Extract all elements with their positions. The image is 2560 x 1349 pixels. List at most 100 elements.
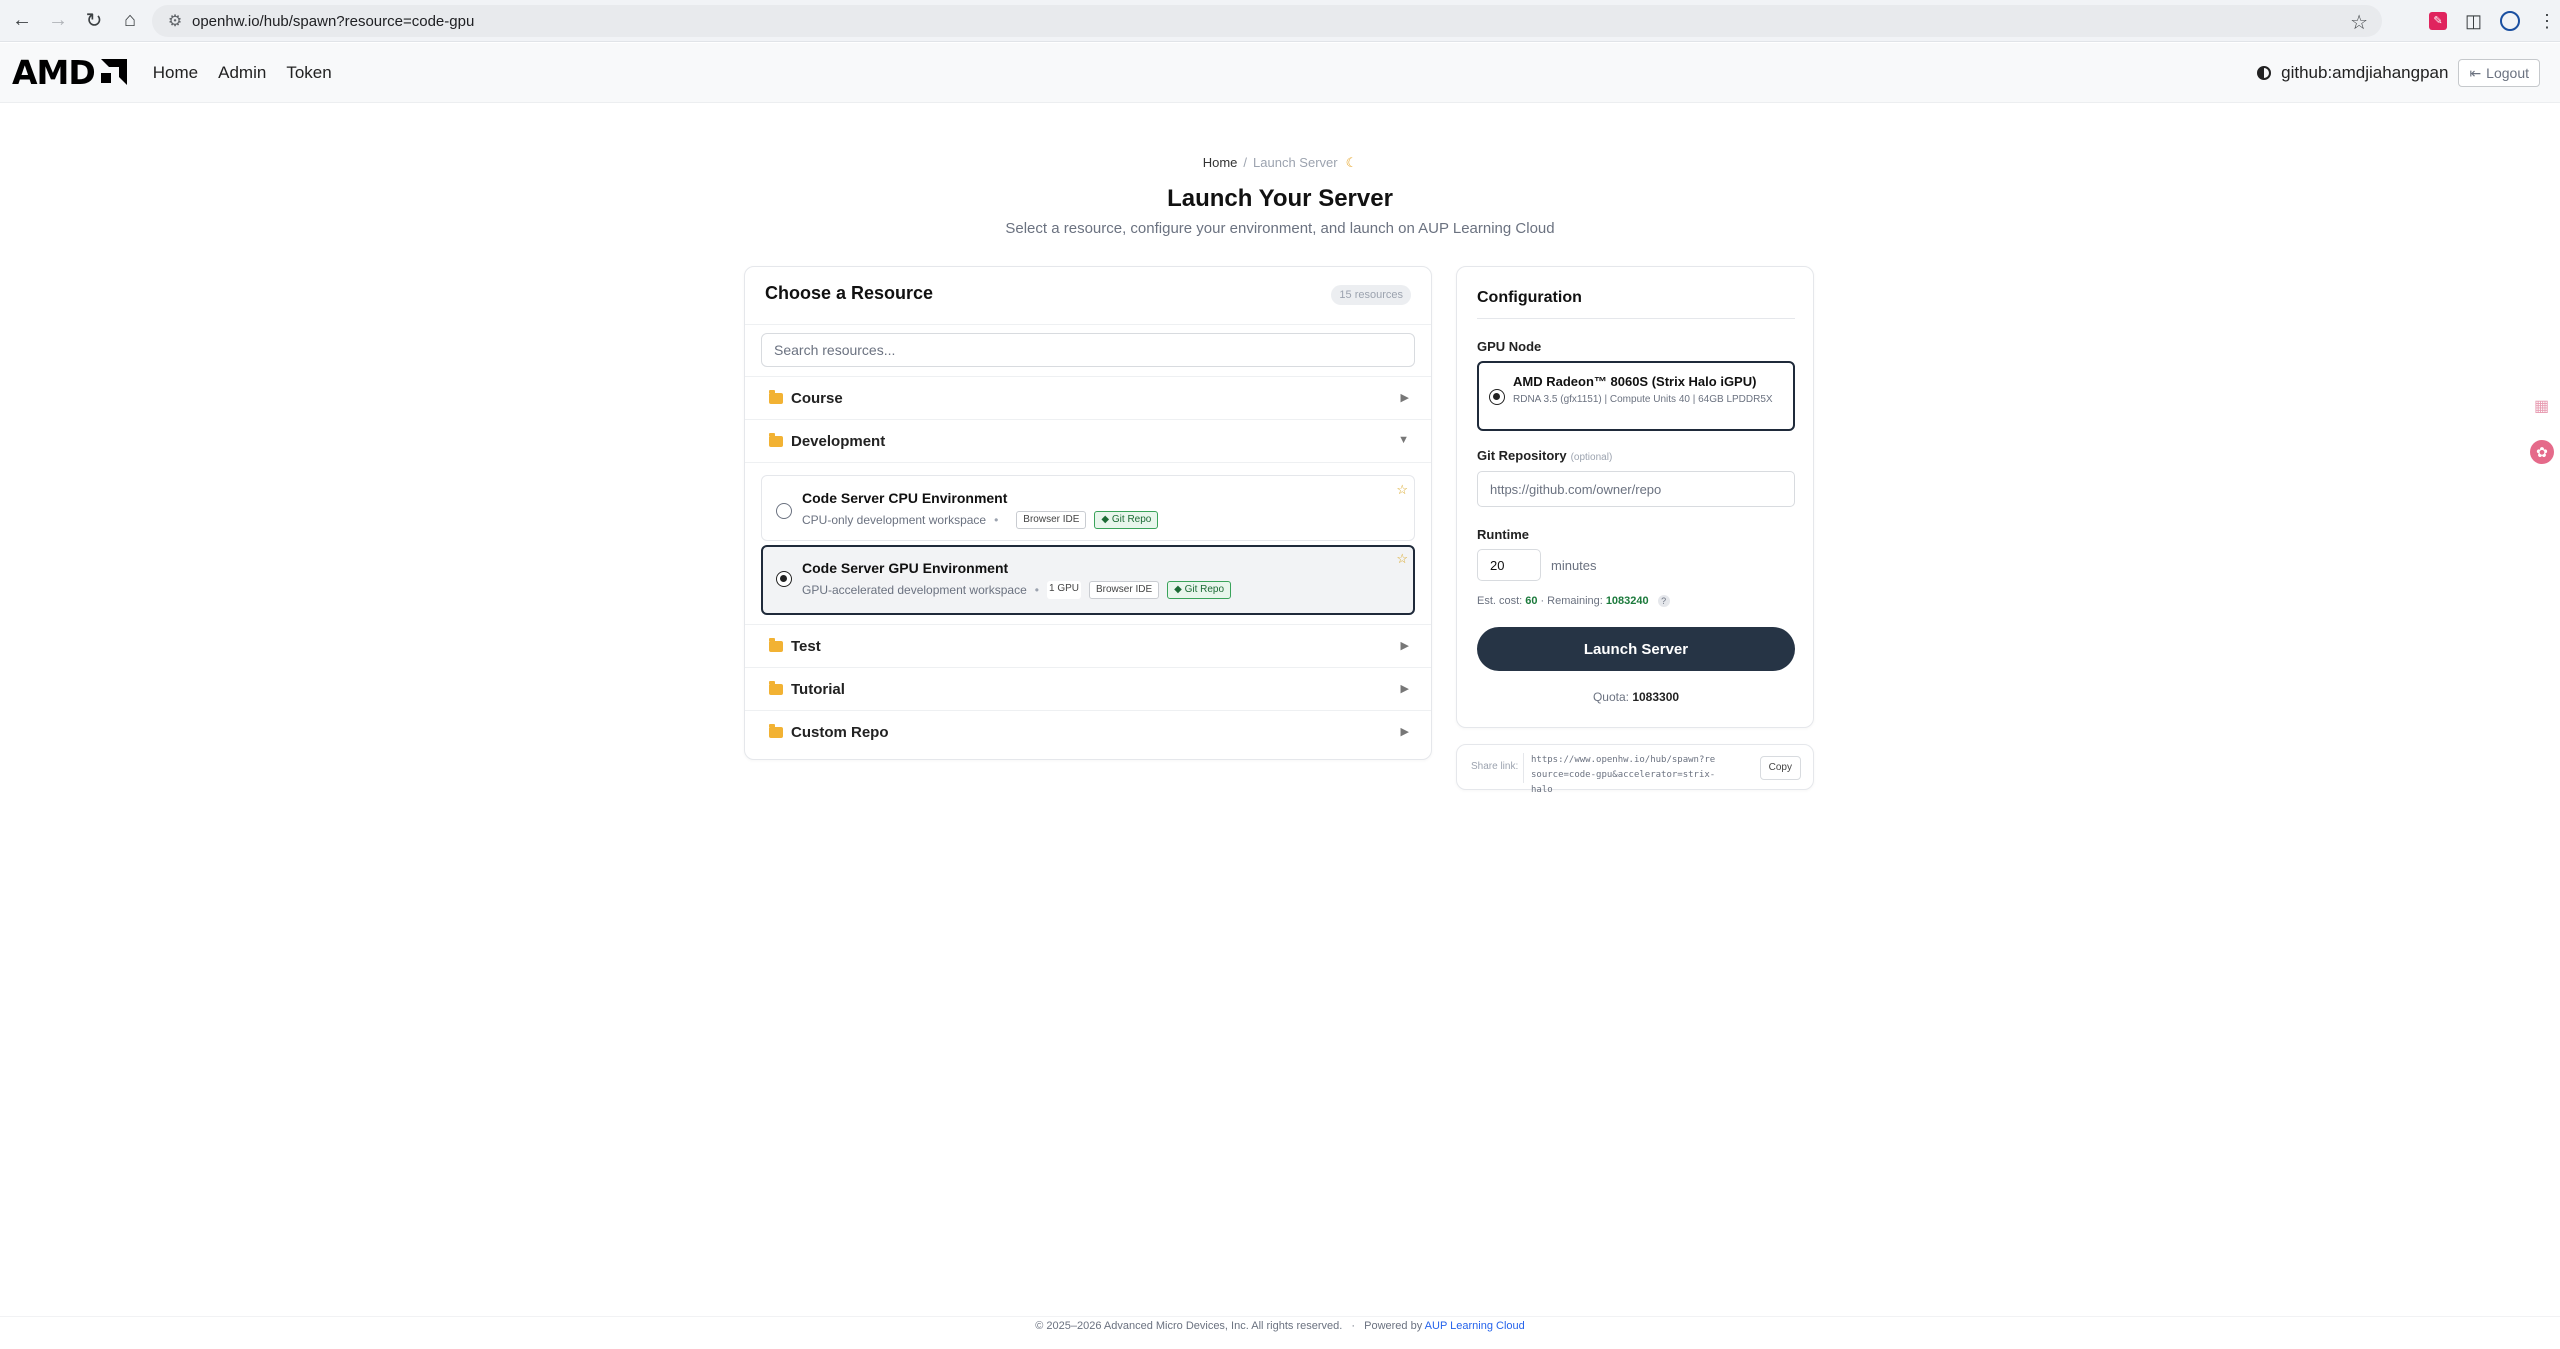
configuration-panel: Configuration GPU Node AMD Radeon™ 8060S…: [1456, 266, 1814, 728]
tag-git-repo: ◆ Git Repo: [1094, 511, 1159, 529]
nav-link-home[interactable]: Home: [153, 63, 198, 83]
folder-icon: [769, 637, 783, 652]
quota-value: 1083300: [1632, 690, 1680, 704]
divider: [1523, 753, 1524, 783]
favorite-star-icon[interactable]: ☆: [1396, 551, 1408, 567]
browser-menu-icon[interactable]: ⋮: [2538, 11, 2556, 32]
extensions-puzzle-icon[interactable]: ◫: [2465, 11, 2482, 32]
category-course[interactable]: Course ▶: [745, 377, 1431, 420]
back-icon[interactable]: ←: [4, 3, 40, 39]
resource-radio[interactable]: [776, 571, 792, 587]
est-cost-value: 60: [1525, 595, 1538, 607]
nav-link-admin[interactable]: Admin: [218, 63, 266, 83]
share-link-panel: Share link: https://www.openhw.io/hub/sp…: [1456, 744, 1814, 795]
folder-icon: [769, 432, 783, 447]
address-bar[interactable]: ⚙ openhw.io/hub/spawn?resource=code-gpu …: [152, 5, 2382, 37]
remaining-label: Remaining:: [1547, 595, 1603, 607]
caret-right-icon: ▶: [1400, 392, 1409, 404]
quota-info: Quota: 1083300: [1457, 690, 1815, 704]
page-title: Launch Your Server: [1167, 185, 1393, 212]
resource-panel: Choose a Resource 15 resources Course ▶ …: [744, 266, 1432, 760]
caret-right-icon: ▶: [1400, 726, 1409, 738]
category-label: Tutorial: [791, 680, 845, 698]
quota-label: Quota:: [1592, 690, 1629, 704]
side-assistant-icon[interactable]: ✿: [2530, 440, 2554, 464]
nav-link-token[interactable]: Token: [286, 63, 331, 83]
address-url[interactable]: openhw.io/hub/spawn?resource=code-gpu: [192, 13, 474, 30]
forward-icon[interactable]: →: [40, 3, 76, 39]
profile-icon[interactable]: [2500, 11, 2520, 31]
resource-item-code-server-cpu[interactable]: Code Server CPU Environment CPU-only dev…: [761, 475, 1415, 541]
tag-gpu-count: 1 GPU: [1046, 581, 1081, 599]
gpu-node-label: GPU Node: [1477, 339, 1542, 354]
meta-separator: •: [994, 513, 999, 527]
folder-icon: [769, 680, 783, 695]
category-test[interactable]: Test ▶: [745, 625, 1431, 668]
breadcrumb: Home / Launch Server ☾: [0, 155, 2560, 171]
footer-copyright: © 2025–2026 Advanced Micro Devices, Inc.…: [1035, 1320, 1343, 1332]
git-repository-input[interactable]: [1477, 471, 1795, 507]
remaining-value: 1083240: [1605, 595, 1649, 607]
category-custom-repo[interactable]: Custom Repo ▶: [745, 711, 1431, 754]
tag-browser-ide: Browser IDE: [1089, 581, 1160, 599]
runtime-input[interactable]: [1477, 549, 1541, 581]
tag-git-repo-label: Git Repo: [1111, 514, 1152, 525]
brand-text: AMD: [12, 53, 96, 92]
share-link-url[interactable]: https://www.openhw.io/hub/spawn?resource…: [1531, 753, 1717, 798]
breadcrumb-home[interactable]: Home: [1203, 155, 1238, 170]
theme-toggle-icon[interactable]: [2257, 66, 2272, 80]
launch-server-button[interactable]: Launch Server: [1477, 627, 1795, 671]
bookmark-star-icon[interactable]: ☆: [2350, 10, 2368, 35]
copy-button[interactable]: Copy: [1759, 756, 1801, 780]
breadcrumb-separator: /: [1243, 155, 1248, 170]
cost-summary: Est. cost: 60 · Remaining: 1083240 ?: [1477, 595, 1670, 607]
category-label: Test: [791, 637, 821, 655]
browser-toolbar: ← → ↻ ⌂ ⚙ openhw.io/hub/spawn?resource=c…: [0, 0, 2560, 42]
caret-right-icon: ▶: [1400, 640, 1409, 652]
resource-panel-title: Choose a Resource: [765, 283, 934, 303]
footer-powered-link[interactable]: AUP Learning Cloud: [1425, 1320, 1525, 1332]
help-icon[interactable]: ?: [1657, 595, 1670, 607]
runtime-label: Runtime: [1477, 527, 1529, 542]
category-tutorial[interactable]: Tutorial ▶: [745, 668, 1431, 711]
category-label: Development: [791, 432, 886, 450]
logout-button[interactable]: ⇤ Logout: [2458, 59, 2540, 87]
resource-name: Code Server CPU Environment: [802, 490, 1008, 506]
resource-radio[interactable]: [776, 503, 792, 519]
side-panel-grid-icon[interactable]: ▦: [2534, 396, 2552, 415]
amd-logo[interactable]: AMD: [12, 43, 129, 103]
meta-separator: •: [1034, 583, 1039, 597]
tag-git-repo-label: Git Repo: [1184, 584, 1225, 595]
category-development[interactable]: Development ▼: [745, 420, 1431, 463]
home-icon[interactable]: ⌂: [112, 3, 148, 39]
tag-browser-ide: Browser IDE: [1016, 511, 1087, 529]
resource-description: CPU-only development workspace: [802, 513, 987, 527]
caret-down-icon: ▼: [1398, 434, 1409, 446]
site-info-icon[interactable]: ⚙: [158, 11, 192, 31]
moon-icon: ☾: [1345, 155, 1358, 170]
resource-item-code-server-gpu[interactable]: Code Server GPU Environment GPU-accelera…: [761, 545, 1415, 615]
footer-separator: ·: [1351, 1320, 1356, 1332]
tag-git-repo: ◆ Git Repo: [1167, 581, 1232, 599]
divider: [1477, 318, 1795, 319]
optional-hint: (optional): [1570, 452, 1613, 463]
gpu-node-radio[interactable]: [1489, 389, 1505, 405]
gpu-node-name: AMD Radeon™ 8060S (Strix Halo iGPU): [1513, 374, 1757, 389]
extension-icon[interactable]: ✎: [2428, 12, 2447, 30]
est-cost-label: Est. cost:: [1477, 595, 1523, 607]
reload-icon[interactable]: ↻: [76, 3, 112, 39]
share-link-label: Share link:: [1471, 761, 1519, 772]
configuration-title: Configuration: [1477, 289, 1582, 306]
folder-icon: [769, 724, 783, 738]
git-repository-label: Git Repository (optional): [1477, 448, 1612, 463]
user-name: github:amdjiahangpan: [2281, 63, 2449, 82]
amd-arrow-logo-icon: [100, 58, 127, 85]
resource-count-badge: 15 resources: [1331, 285, 1411, 305]
development-resource-list: Code Server CPU Environment CPU-only dev…: [745, 463, 1431, 625]
category-label: Custom Repo: [791, 724, 889, 741]
gpu-node-option[interactable]: AMD Radeon™ 8060S (Strix Halo iGPU) RDNA…: [1477, 361, 1795, 431]
page-footer: © 2025–2026 Advanced Micro Devices, Inc.…: [0, 1320, 2560, 1332]
favorite-star-icon[interactable]: ☆: [1396, 482, 1408, 498]
runtime-unit: minutes: [1551, 558, 1597, 573]
resource-search-input[interactable]: [761, 333, 1415, 367]
